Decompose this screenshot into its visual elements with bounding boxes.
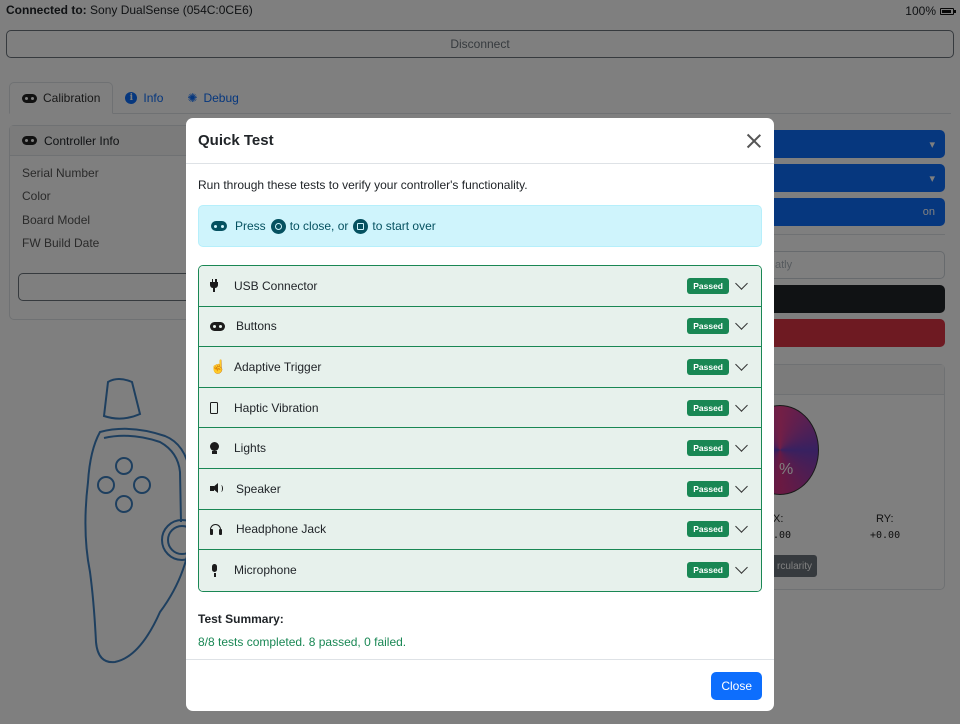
hint-to-close: to close, or [289,219,349,233]
headphones-icon [210,523,230,535]
lightbulb-icon [210,441,230,455]
status-badge: Passed [687,399,729,416]
test-item-buttons[interactable]: Buttons Passed [199,306,761,348]
modal-body: Run through these tests to verify your c… [186,164,774,649]
chevron-down-icon [735,439,748,453]
chevron-down-icon [735,398,748,412]
hint-press: Press [235,219,266,233]
hint-alert: Press to close, or to start over [198,205,762,247]
test-item-usb-connector[interactable]: USB Connector Passed [199,266,761,307]
status-badge: Passed [687,318,729,335]
test-label: Lights [234,441,267,456]
microphone-icon [210,563,230,577]
test-item-speaker[interactable]: Speaker Passed [199,468,761,510]
chevron-down-icon [735,479,748,493]
test-item-lights[interactable]: Lights Passed [199,428,761,469]
test-label: Speaker [236,481,281,496]
summary-text: 8/8 tests completed. 8 passed, 0 failed. [198,634,407,649]
modal-title: Quick Test [198,132,274,149]
test-label: Buttons [236,319,277,334]
test-item-microphone[interactable]: Microphone Passed [199,550,761,591]
status-badge: Passed [687,440,729,457]
test-label: Adaptive Trigger [234,359,322,374]
close-icon[interactable] [744,131,764,151]
chevron-down-icon [735,317,748,331]
status-badge: Passed [687,521,729,538]
square-button-icon [353,218,369,234]
close-button[interactable]: Close [711,671,762,700]
intro-text: Run through these tests to verify your c… [198,178,528,192]
test-accordion: USB Connector Passed Buttons Passed ☝ Ad… [198,265,762,592]
summary-title: Test Summary: [198,611,284,626]
speaker-icon [210,483,230,494]
gamepad-icon [210,321,230,331]
hand-pointer-icon: ☝ [210,358,227,374]
quick-test-modal: Quick Test Run through these tests to ve… [186,118,774,711]
status-badge: Passed [687,562,729,579]
test-label: USB Connector [234,278,318,293]
status-badge: Passed [687,277,729,294]
test-item-adaptive-trigger[interactable]: ☝ Adaptive Trigger Passed [199,347,761,388]
chevron-down-icon [735,358,748,371]
chevron-down-icon [735,276,748,290]
test-item-haptic-vibration[interactable]: Haptic Vibration Passed [199,387,761,429]
plug-icon [210,279,230,293]
status-badge: Passed [687,480,729,497]
gamepad-icon [211,221,227,231]
test-label: Microphone [234,563,297,578]
chevron-down-icon [735,561,748,575]
modal-header: Quick Test [186,118,774,164]
mobile-icon [210,401,230,414]
circle-button-icon [270,218,286,234]
status-badge: Passed [687,358,729,375]
test-label: Headphone Jack [236,522,327,537]
test-label: Haptic Vibration [234,400,319,415]
test-item-headphone-jack[interactable]: Headphone Jack Passed [199,509,761,551]
chevron-down-icon [735,520,748,534]
hint-start-over: to start over [372,219,436,233]
modal-footer: Close [186,659,774,711]
